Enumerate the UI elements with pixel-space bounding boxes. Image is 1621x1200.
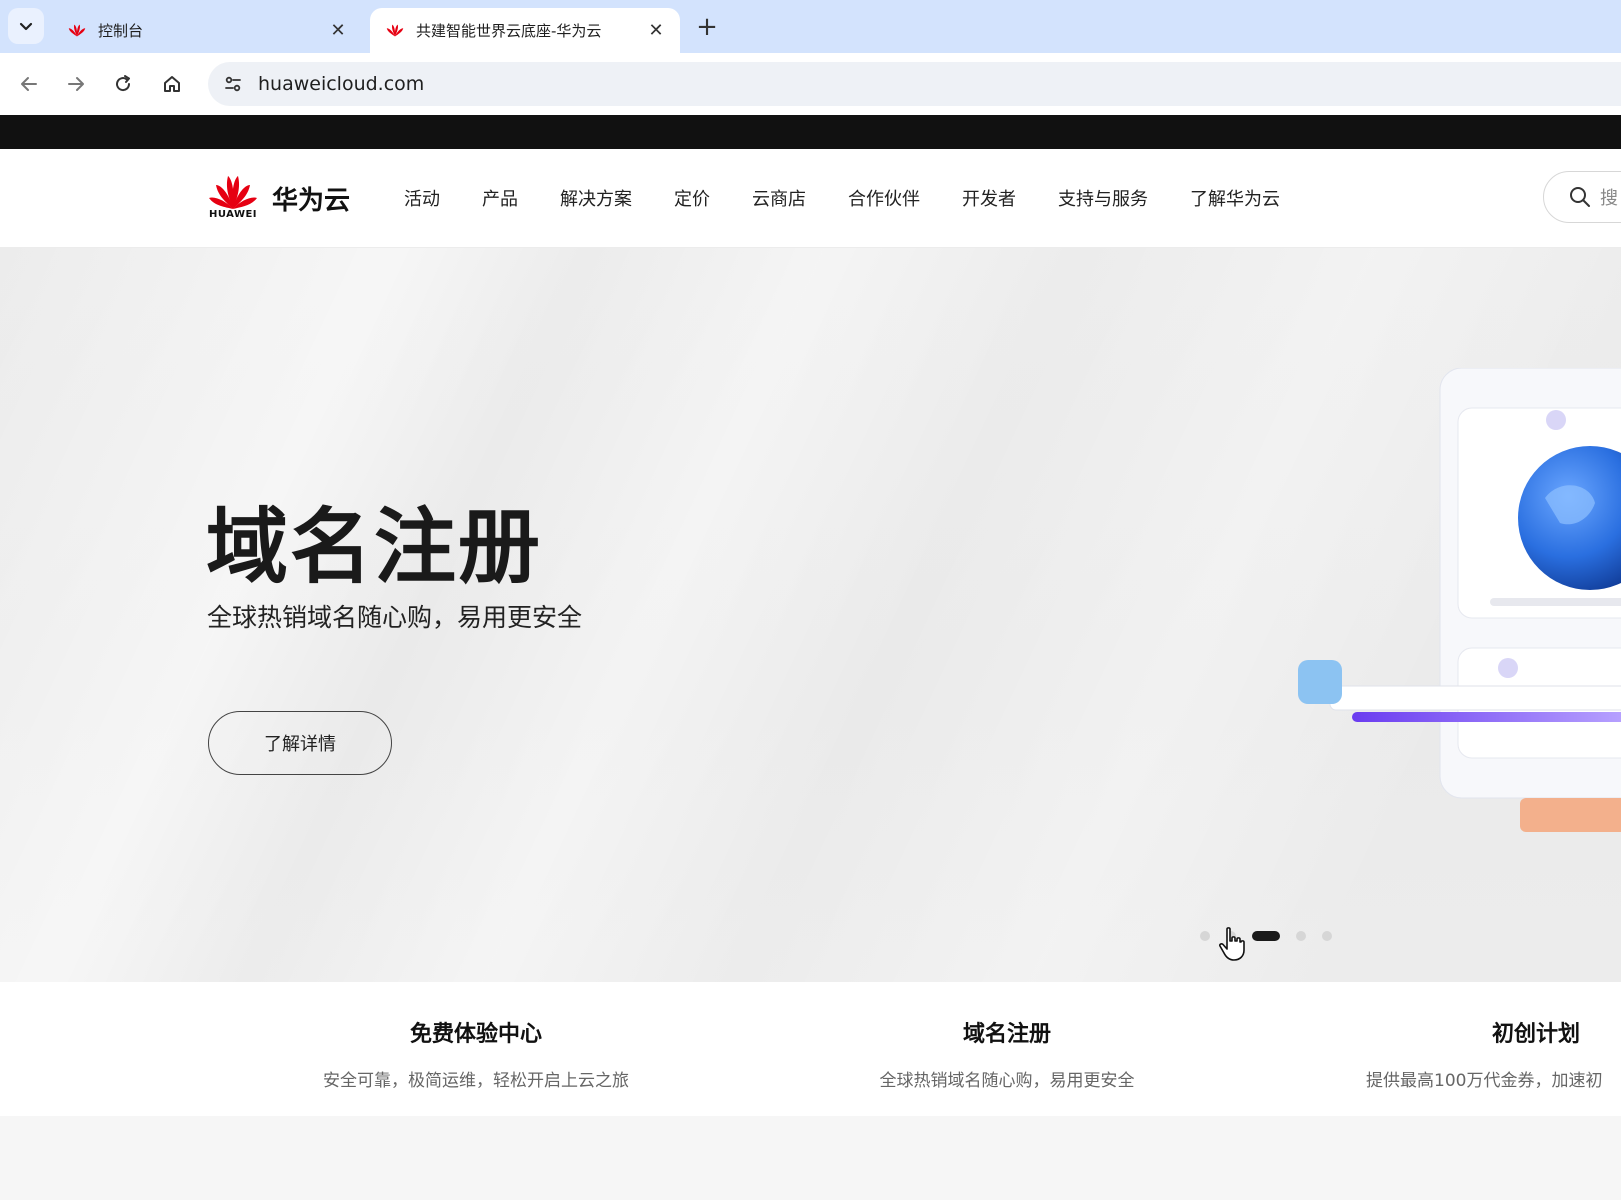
new-tab-button[interactable]: + <box>690 10 724 44</box>
forward-button[interactable] <box>59 67 93 101</box>
carousel-dot[interactable] <box>1200 931 1210 941</box>
nav-item-developers[interactable]: 开发者 <box>962 185 1016 211</box>
domain-illustration <box>1298 368 1621 832</box>
hero-title: 域名注册 <box>206 500 543 595</box>
hand-pointer-cursor-icon <box>1218 927 1245 961</box>
close-tab-button[interactable]: ✕ <box>646 20 666 41</box>
chevron-down-icon <box>19 22 33 31</box>
search-icon <box>1570 187 1590 207</box>
huawei-logo: HUAWEI <box>206 171 260 225</box>
carousel-dot[interactable] <box>1296 931 1306 941</box>
tab-list-button[interactable] <box>8 8 44 44</box>
hero-subtitle: 全球热销域名随心购，易用更安全 <box>207 603 583 632</box>
feature-desc: 全球热销域名随心购，易用更安全 <box>879 1071 1135 1091</box>
home-button[interactable] <box>155 67 189 101</box>
nav-item-pricing[interactable]: 定价 <box>674 185 710 211</box>
nav-item-partners[interactable]: 合作伙伴 <box>848 185 920 211</box>
reload-icon <box>116 75 131 92</box>
browser-tab-huaweicloud[interactable]: 共建智能世界云底座-华为云 ✕ <box>370 8 680 53</box>
feature-desc: 安全可靠，极简运维，轻松开启上云之旅 <box>323 1071 629 1091</box>
feature-title: 初创计划 <box>1492 1022 1581 1047</box>
nav-item-activities[interactable]: 活动 <box>404 185 440 211</box>
site-header: HUAWEI 华为云 活动 产品 解决方案 定价 云商店 合作伙伴 开发者 支持… <box>0 149 1621 248</box>
nav-item-support[interactable]: 支持与服务 <box>1058 185 1148 211</box>
carousel-dot[interactable] <box>1322 931 1332 941</box>
nav-item-products[interactable]: 产品 <box>482 185 518 211</box>
hero-banner: 域名注册 全球热销域名随心购，易用更安全 了解详情 <box>0 248 1621 982</box>
tune-icon <box>225 76 241 92</box>
huawei-flower-icon <box>209 176 257 209</box>
feature-card-domain[interactable]: 域名注册 全球热销域名随心购，易用更安全 <box>862 1016 1152 1091</box>
browser-tab-console[interactable]: 控制台 ✕ <box>52 8 362 53</box>
top-banner-strip <box>0 115 1621 149</box>
feature-title: 免费体验中心 <box>409 1022 542 1047</box>
carousel-dot-active[interactable] <box>1252 931 1280 941</box>
feature-card-free-trial[interactable]: 免费体验中心 安全可靠，极简运维，轻松开启上云之旅 <box>306 1016 646 1091</box>
brand-wordmark: HUAWEI <box>208 209 258 220</box>
nav-item-about[interactable]: 了解华为云 <box>1190 185 1280 211</box>
url-text: huaweicloud.com <box>258 73 425 95</box>
arrow-right-icon <box>68 77 84 91</box>
reload-button[interactable] <box>106 67 140 101</box>
browser-tab-bar: 控制台 ✕ 共建智能世界云底座-华为云 ✕ + <box>0 0 1621 53</box>
nav-item-marketplace[interactable]: 云商店 <box>752 185 806 211</box>
huawei-favicon-icon <box>68 24 86 36</box>
close-tab-button[interactable]: ✕ <box>328 20 348 41</box>
page-bottom-area <box>0 1116 1621 1200</box>
home-icon <box>164 76 180 92</box>
feature-title: 域名注册 <box>962 1022 1051 1047</box>
site-search-input[interactable]: 搜 <box>1543 171 1621 223</box>
brand-name: 华为云 <box>272 185 351 216</box>
search-placeholder: 搜 <box>1600 188 1618 209</box>
arrow-left-icon <box>21 77 37 91</box>
tab-title: 共建智能世界云底座-华为云 <box>416 22 602 40</box>
site-info-button[interactable] <box>218 69 248 99</box>
feature-strip: 免费体验中心 安全可靠，极简运维，轻松开启上云之旅 域名注册 全球热销域名随心购… <box>0 982 1621 1116</box>
nav-item-solutions[interactable]: 解决方案 <box>560 185 632 211</box>
main-nav: 活动 产品 解决方案 定价 云商店 合作伙伴 开发者 支持与服务 了解华为云 <box>404 185 1322 211</box>
huawei-favicon-icon <box>386 24 404 36</box>
address-bar[interactable]: huaweicloud.com <box>208 62 1621 106</box>
back-button[interactable] <box>12 67 46 101</box>
learn-more-button[interactable]: 了解详情 <box>208 711 392 775</box>
feature-desc: 提供最高100万代金券，加速初 <box>1366 1071 1603 1091</box>
feature-card-startup[interactable]: 初创计划 提供最高100万代金券，加速初 <box>1366 1016 1621 1091</box>
browser-toolbar: huaweicloud.com <box>0 53 1621 115</box>
tab-title: 控制台 <box>98 22 144 40</box>
brand-logo[interactable]: HUAWEI 华为云 <box>206 171 350 225</box>
